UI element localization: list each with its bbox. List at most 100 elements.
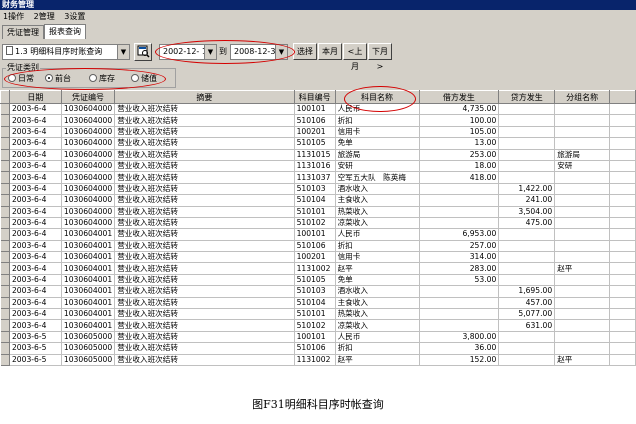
radio-icon	[8, 74, 16, 82]
cell-credit: 457.00	[498, 297, 556, 310]
table-row[interactable]: 2003-6-4 1030604000 营业收入班次结转 510102 凉菜收入 475.…	[0, 217, 636, 230]
row-indicator[interactable]	[0, 217, 10, 230]
row-indicator[interactable]	[0, 194, 10, 207]
report-select[interactable]: 1.3 明细科目序时账查询 ▼	[2, 44, 130, 60]
row-indicator[interactable]	[0, 308, 10, 321]
table-row[interactable]: 2003-6-4 1030604001 营业收入班次结转 510101 热菜收入 5,07…	[0, 308, 636, 321]
cell-summary: 营业收入班次结转	[114, 342, 295, 355]
table-row[interactable]: 2003-6-5 1030605000 营业收入班次结转 100101 人民币 3,800…	[0, 331, 636, 344]
cell-summary: 营业收入班次结转	[114, 297, 295, 310]
cell-voucher-no: 1030604001	[61, 274, 116, 287]
row-indicator[interactable]	[0, 126, 10, 139]
table-row[interactable]: 2003-6-4 1030604000 营业收入班次结转 100201 信用卡 105.0…	[0, 126, 636, 139]
row-indicator[interactable]	[0, 354, 10, 367]
prev-month-button[interactable]: <上月	[343, 43, 367, 71]
table-row[interactable]: 2003-6-4 1030604001 营业收入班次结转 100101 人民币 6,953…	[0, 228, 636, 241]
select-button[interactable]: 选择	[293, 43, 317, 60]
row-indicator[interactable]	[0, 262, 10, 275]
cell-debit	[419, 183, 500, 196]
row-indicator[interactable]	[0, 285, 10, 298]
menu-settings[interactable]: 3设置	[64, 12, 85, 21]
cell-voucher-no: 1030604001	[61, 285, 116, 298]
cell-debit: 18.00	[419, 160, 500, 173]
table-row[interactable]: 2003-6-4 1030604001 营业收入班次结转 510103 酒水收入 1,69…	[0, 285, 636, 298]
row-indicator[interactable]	[0, 319, 10, 332]
cell-account-code: 100201	[294, 251, 336, 264]
tab-voucher-management[interactable]: 凭证管理	[2, 25, 44, 39]
table-row[interactable]: 2003-6-5 1030605000 营业收入班次结转 510106 折扣 36.00	[0, 342, 636, 355]
row-indicator[interactable]	[0, 171, 10, 184]
row-indicator[interactable]	[0, 183, 10, 196]
filler-header	[609, 90, 636, 104]
table-row[interactable]: 2003-6-4 1030604000 营业收入班次结转 100101 人民币 4,735…	[0, 103, 636, 116]
tab-report-query[interactable]: 报表查询	[44, 24, 86, 39]
cell-date: 2003-6-4	[9, 297, 62, 310]
print-preview-icon	[137, 45, 150, 58]
menu-operate[interactable]: 1操作	[3, 12, 24, 21]
table-row[interactable]: 2003-6-4 1030604001 营业收入班次结转 510102 凉菜收入 631.…	[0, 319, 636, 332]
table-row[interactable]: 2003-6-4 1030604001 营业收入班次结转 100201 信用卡 314.0…	[0, 251, 636, 264]
cell-credit	[498, 171, 556, 184]
cell-group-name: 赵平	[554, 354, 611, 367]
cell-credit	[498, 228, 556, 241]
table-row[interactable]: 2003-6-4 1030604000 营业收入班次结转 510105 免单 13.00	[0, 137, 636, 150]
cell-summary: 营业收入班次结转	[114, 228, 295, 241]
col-summary[interactable]: 摘要	[114, 90, 295, 104]
document-icon	[6, 46, 13, 55]
radio-daily[interactable]: 日常	[8, 74, 34, 84]
table-row[interactable]: 2003-6-4 1030604000 营业收入班次结转 510101 热菜收入 3,50…	[0, 206, 636, 218]
row-indicator[interactable]	[0, 114, 10, 127]
filler-cell	[609, 262, 636, 275]
table-row[interactable]: 2003-6-5 1030605000 营业收入班次结转 1131002 赵平 152.0…	[0, 354, 636, 367]
row-indicator[interactable]	[0, 206, 10, 218]
cell-date: 2003-6-4	[9, 126, 62, 139]
chevron-down-icon[interactable]: ▼	[204, 45, 216, 59]
cell-voucher-no: 1030604000	[61, 206, 116, 218]
table-row[interactable]: 2003-6-4 1030604000 营业收入班次结转 1131016 安研 18.00…	[0, 160, 636, 173]
row-indicator[interactable]	[0, 103, 10, 116]
cell-account-name: 热菜收入	[335, 206, 420, 218]
next-month-button[interactable]: 下月>	[368, 43, 392, 71]
radio-icon	[89, 74, 97, 82]
menu-manage[interactable]: 2管理	[34, 12, 55, 21]
chevron-down-icon[interactable]: ▼	[275, 45, 287, 59]
row-indicator[interactable]	[0, 160, 10, 173]
table-row[interactable]: 2003-6-4 1030604000 营业收入班次结转 510106 折扣 100.00	[0, 114, 636, 127]
cell-credit: 1,422.00	[498, 183, 556, 196]
voucher-type-title: 凭证类别	[6, 63, 40, 73]
table-row[interactable]: 2003-6-4 1030604000 营业收入班次结转 1131015 旅游局 253.…	[0, 149, 636, 161]
col-date[interactable]: 日期	[8, 90, 62, 104]
table-row[interactable]: 2003-6-4 1030604000 营业收入班次结转 510103 酒水收入 1,42…	[0, 183, 636, 196]
row-indicator[interactable]	[0, 331, 10, 344]
table-row[interactable]: 2003-6-4 1030604000 营业收入班次结转 1131037 空军五大队 陈…	[0, 171, 636, 184]
radio-inventory[interactable]: 库存	[89, 74, 115, 84]
print-preview-button[interactable]	[134, 43, 152, 61]
radio-stored-value[interactable]: 储值	[131, 74, 157, 84]
date-from-field[interactable]: 2002-12- 1 ▼	[159, 44, 217, 60]
col-debit[interactable]: 借方发生	[418, 90, 500, 104]
col-credit[interactable]: 贷方发生	[498, 90, 556, 104]
row-indicator[interactable]	[0, 228, 10, 241]
col-voucher-no[interactable]: 凭证编号	[60, 90, 116, 104]
row-indicator[interactable]	[0, 342, 10, 355]
table-row[interactable]: 2003-6-4 1030604001 营业收入班次结转 1131002 赵平 283.0…	[0, 262, 636, 275]
row-indicator[interactable]	[0, 297, 10, 310]
row-indicator[interactable]	[0, 137, 10, 150]
row-indicator[interactable]	[0, 251, 10, 264]
row-indicator[interactable]	[0, 274, 10, 287]
table-row[interactable]: 2003-6-4 1030604001 营业收入班次结转 510106 折扣 257.00	[0, 240, 636, 253]
cell-account-code: 510103	[294, 183, 336, 196]
radio-front-desk[interactable]: 前台	[45, 74, 71, 84]
date-to-field[interactable]: 2008-12-31 ▼	[230, 44, 288, 60]
table-row[interactable]: 2003-6-4 1030604000 营业收入班次结转 510104 主食收入 241.…	[0, 194, 636, 207]
table-row[interactable]: 2003-6-4 1030604001 营业收入班次结转 510105 免单 53.00	[0, 274, 636, 287]
this-month-button[interactable]: 本月	[318, 43, 342, 60]
col-account-name[interactable]: 科目名称	[334, 90, 420, 104]
row-indicator[interactable]	[0, 149, 10, 161]
chevron-down-icon[interactable]: ▼	[117, 45, 129, 59]
col-group-name[interactable]: 分组名称	[554, 90, 611, 104]
table-row[interactable]: 2003-6-4 1030604001 营业收入班次结转 510104 主食收入 457.…	[0, 297, 636, 310]
col-account-code[interactable]: 科目编号	[293, 90, 336, 104]
row-indicator[interactable]	[0, 240, 10, 253]
cell-account-code: 510106	[294, 114, 336, 127]
